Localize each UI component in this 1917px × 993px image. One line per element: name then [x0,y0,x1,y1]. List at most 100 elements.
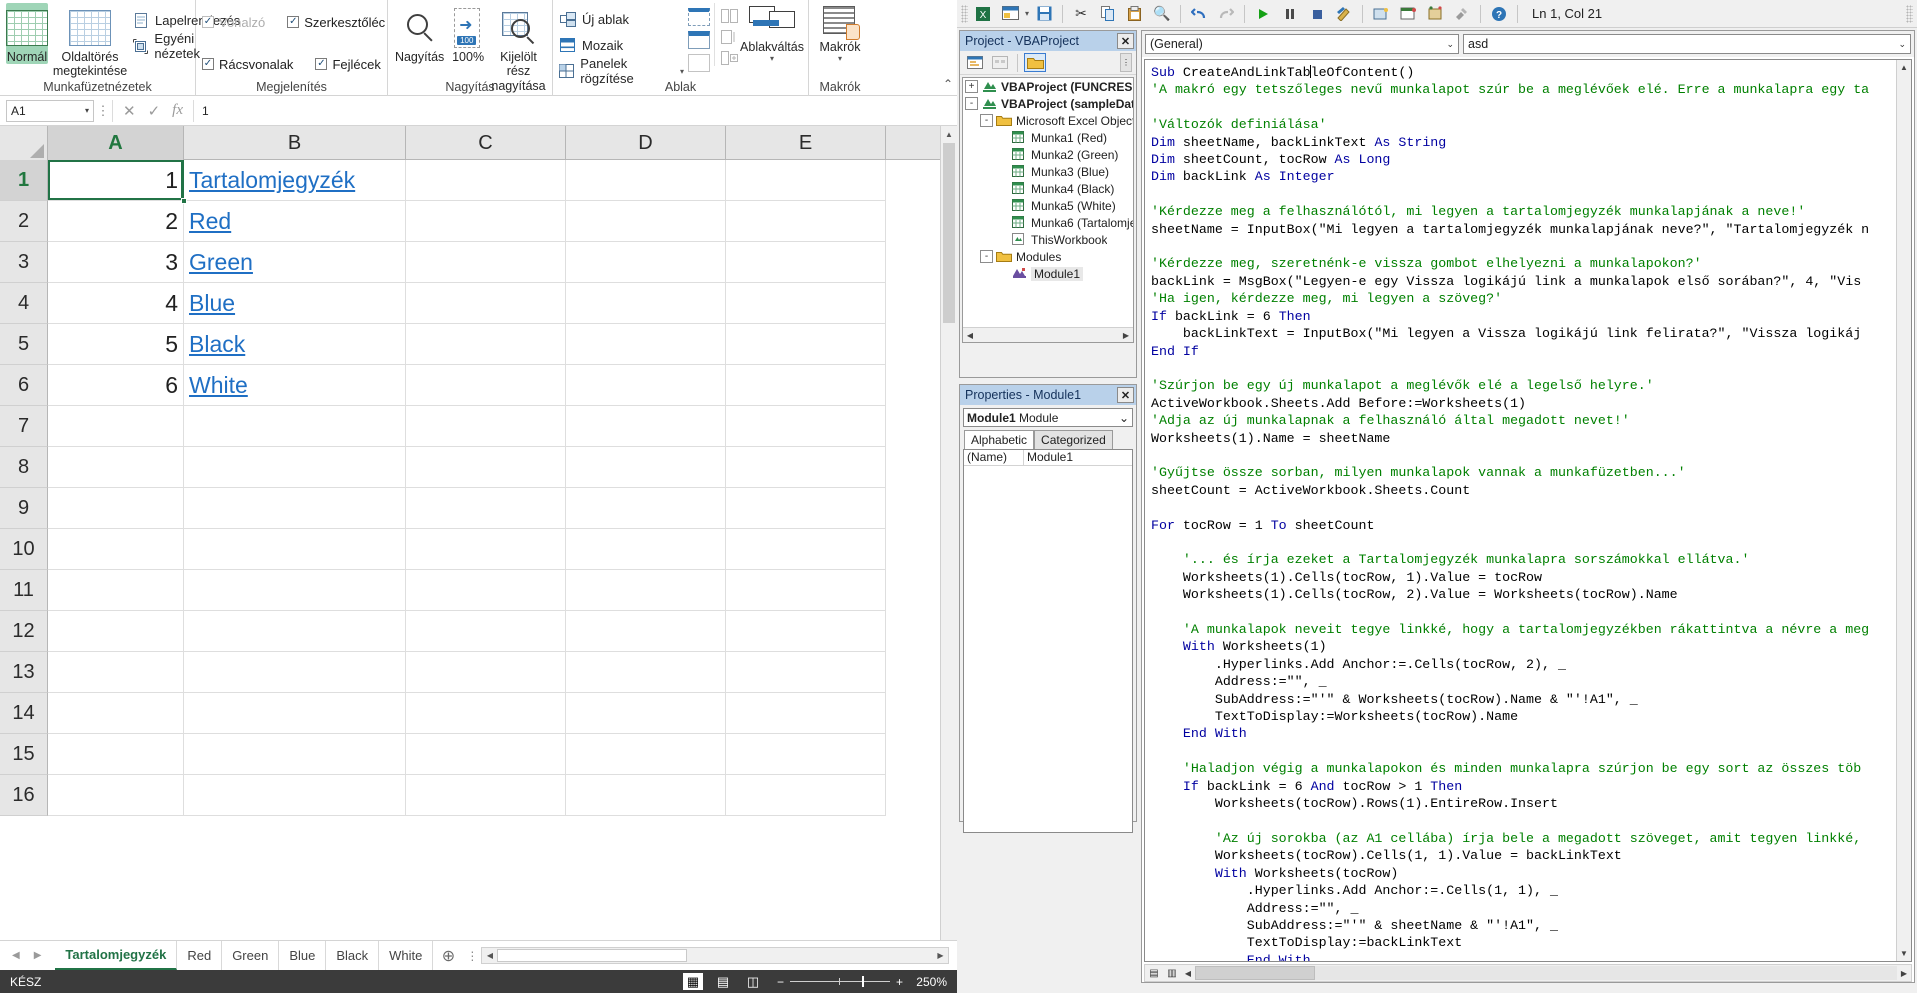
break-icon[interactable] [1278,3,1302,25]
copy-icon[interactable] [1096,3,1120,25]
row-header[interactable]: 7 [0,406,48,447]
code-horizontal-scrollbar[interactable] [1195,966,1897,980]
column-header-d[interactable]: D [566,126,726,160]
object-combo[interactable]: (General) ⌄ [1145,34,1459,54]
chevron-down-icon[interactable]: ▾ [1025,9,1029,18]
cell-a16[interactable] [48,775,184,816]
run-icon[interactable] [1251,3,1275,25]
formula-input[interactable]: 1 [194,100,955,122]
code-hscroll-thumb[interactable] [1195,966,1315,980]
scroll-thumb[interactable] [943,143,955,323]
sheet-tab-white[interactable]: White [379,941,434,970]
cell-e16[interactable] [726,775,886,816]
cell-d13[interactable] [566,652,726,693]
view-code-icon[interactable] [964,53,986,72]
zoom-out-button[interactable]: − [777,975,784,989]
cell-d4[interactable] [566,283,726,324]
selection-fill-handle[interactable] [181,198,187,204]
cell-a8[interactable] [48,447,184,488]
cell-a14[interactable] [48,693,184,734]
properties-window-icon[interactable] [1396,3,1420,25]
checkbox-gridlines[interactable]: ✓ Rácsvonalak [202,51,293,77]
properties-object-combo[interactable]: Module1 Module ⌄ [963,408,1133,427]
cell-d8[interactable] [566,447,726,488]
cell-e10[interactable] [726,529,886,570]
zoom-button[interactable]: Nagyítás [394,3,445,64]
property-value[interactable]: Module1 [1024,450,1132,466]
toggle-folders-icon[interactable] [1024,53,1046,72]
cell-c13[interactable] [406,652,566,693]
cell-c8[interactable] [406,447,566,488]
code-text[interactable]: Sub CreateAndLinkTableOfContent() 'A mak… [1145,60,1911,961]
tab-prev-icon[interactable]: ◀ [12,950,20,961]
code-hscroll-right-icon[interactable]: ▶ [1897,969,1911,978]
cell-c3[interactable] [406,242,566,283]
cell-a4[interactable]: 4 [48,283,184,324]
row-header[interactable]: 6 [0,365,48,406]
collapse-icon[interactable]: - [965,97,978,110]
tab-next-icon[interactable]: ▶ [34,950,42,961]
redo-icon[interactable] [1214,3,1238,25]
cell-b14[interactable] [184,693,406,734]
column-header-b[interactable]: B [184,126,406,160]
column-header-e[interactable]: E [726,126,886,160]
cell-a7[interactable] [48,406,184,447]
hscroll-right-arrow[interactable]: ▶ [933,951,948,960]
row-header[interactable]: 10 [0,529,48,570]
cell-c11[interactable] [406,570,566,611]
save-icon[interactable] [1032,3,1056,25]
cell-b6[interactable]: White [184,365,406,406]
chevron-down-icon[interactable]: ⌄ [1898,39,1906,50]
tree-node[interactable]: - VBAProject (sampleDat [963,95,1133,112]
split-icon[interactable] [688,8,710,26]
zoom-100-button[interactable]: ➜ 100 100% [447,3,489,64]
row-header[interactable]: 4 [0,283,48,324]
cell-d10[interactable] [566,529,726,570]
cell-b11[interactable] [184,570,406,611]
page-break-view-icon[interactable]: ◫ [743,973,763,990]
checkbox-headings[interactable]: ✓ Fejlécek [315,51,381,77]
cell-d12[interactable] [566,611,726,652]
cell-e5[interactable] [726,324,886,365]
name-box[interactable]: A1 ▾ [6,99,94,122]
cell-b1[interactable]: Tartalomjegyzék [184,160,406,201]
collapse-icon[interactable]: - [980,250,993,263]
tree-node[interactable]: Munka3 (Blue) [963,163,1133,180]
tree-node[interactable]: Module1 [963,265,1133,282]
cell-d16[interactable] [566,775,726,816]
hide-window-icon[interactable] [688,31,710,49]
project-explorer-icon[interactable] [1369,3,1393,25]
confirm-icon[interactable]: ✓ [148,102,161,120]
page-layout-view-icon[interactable]: ▤ [713,973,733,990]
vertical-scrollbar[interactable]: ▲ [940,126,957,940]
view-page-break-button[interactable]: Oldaltörés megtekintése [53,3,127,79]
scroll-up-arrow[interactable]: ▲ [941,126,957,143]
tree-scroll-left-icon[interactable]: ◀ [963,331,977,340]
cell-c4[interactable] [406,283,566,324]
design-mode-icon[interactable] [1332,3,1356,25]
checkbox-formula-bar[interactable]: ✓ Szerkesztőléc [287,9,385,35]
properties-titlebar[interactable]: Properties - Module1 ✕ [960,385,1136,405]
cell-a12[interactable] [48,611,184,652]
chevron-down-icon[interactable]: ▾ [770,54,774,63]
cell-d9[interactable] [566,488,726,529]
procedure-combo[interactable]: asd ⌄ [1463,34,1911,54]
cell-e15[interactable] [726,734,886,775]
chevron-down-icon[interactable]: ▾ [838,54,842,63]
cell-b9[interactable] [184,488,406,529]
sheet-tab-red[interactable]: Red [177,941,223,970]
cell-c9[interactable] [406,488,566,529]
hscroll-thumb[interactable] [497,949,688,962]
full-module-view-icon[interactable]: ▥ [1163,968,1181,979]
row-header[interactable]: 16 [0,775,48,816]
cell-b7[interactable] [184,406,406,447]
column-header-c[interactable]: C [406,126,566,160]
paste-icon[interactable] [1123,3,1147,25]
code-editor[interactable]: Sub CreateAndLinkTableOfContent() 'A mak… [1144,59,1912,962]
cancel-icon[interactable]: ✕ [123,102,136,120]
cell-c1[interactable] [406,160,566,201]
column-header-a[interactable]: A [48,126,184,160]
cell-b2[interactable]: Red [184,201,406,242]
cut-icon[interactable]: ✂ [1069,3,1093,25]
add-sheet-button[interactable]: ⊕ [433,946,463,966]
